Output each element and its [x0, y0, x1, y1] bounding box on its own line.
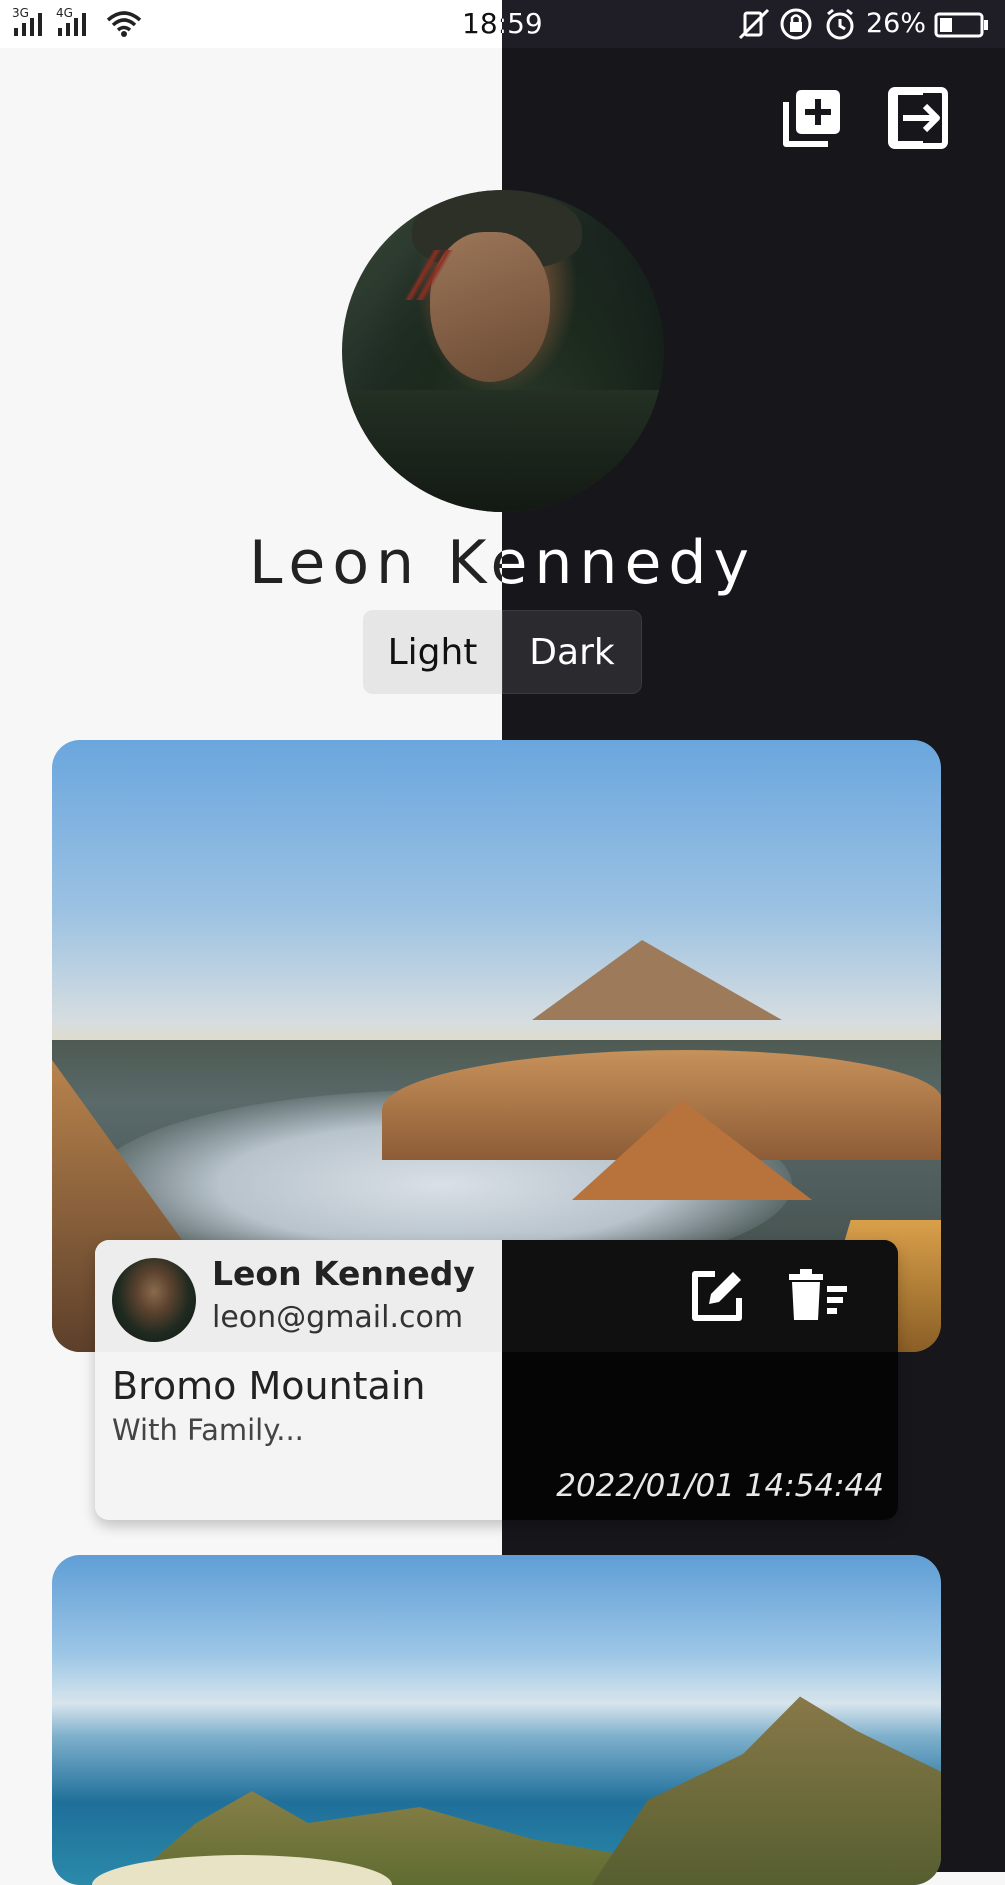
edit-post-button[interactable] — [685, 1264, 749, 1328]
delete-post-button[interactable] — [787, 1264, 851, 1328]
author-avatar — [112, 1258, 196, 1342]
logout-icon — [888, 87, 948, 149]
signal-icon-1 — [14, 13, 42, 36]
delete-icon — [789, 1269, 847, 1320]
author-name: Leon Kennedy — [212, 1254, 475, 1293]
author-email: leon@gmail.com — [212, 1300, 464, 1335]
battery-icon — [934, 12, 988, 38]
alarm-icon — [826, 8, 854, 40]
profile-avatar — [342, 190, 664, 512]
vibrate-off-icon — [738, 8, 770, 40]
edit-icon — [692, 1271, 742, 1321]
theme-dark-option[interactable]: Dark — [502, 610, 642, 694]
add-post-icon — [783, 90, 840, 147]
post-image-padar[interactable] — [52, 1555, 941, 1885]
theme-light-option[interactable]: Light — [363, 610, 502, 694]
profile-name: Leon Kennedy — [0, 528, 1005, 598]
theme-toggle[interactable]: Light Dark — [363, 610, 642, 694]
rotation-lock-icon — [780, 8, 812, 40]
logout-button[interactable] — [886, 85, 952, 151]
battery-percent: 26% — [866, 8, 927, 39]
wifi-icon — [106, 11, 142, 37]
add-post-button[interactable] — [779, 85, 845, 151]
post-subtitle: With Family... — [112, 1413, 304, 1447]
status-bar: 3G 4G 18:59 26% — [0, 0, 1005, 48]
post-card[interactable]: Leon Kennedy leon@gmail.com Bromo Mounta… — [95, 1240, 898, 1520]
status-time: 18:59 — [462, 7, 543, 40]
post-date: 2022/01/01 14:54:44 — [556, 1468, 884, 1504]
post-title: Bromo Mountain — [112, 1364, 426, 1408]
signal-icon-2 — [58, 13, 86, 36]
